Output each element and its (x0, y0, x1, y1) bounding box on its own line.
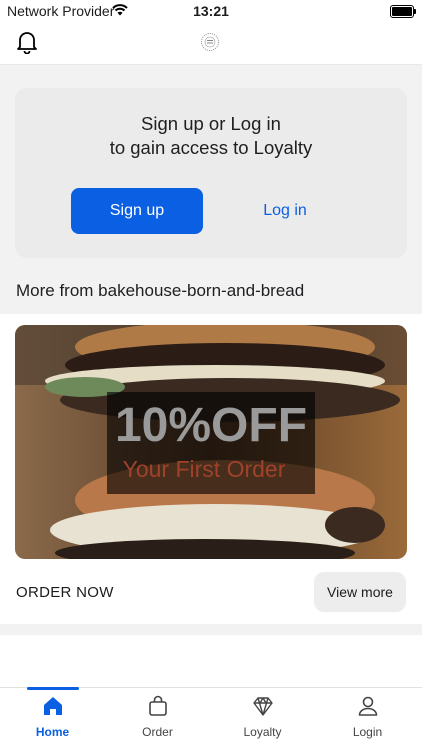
tab-home[interactable]: Home (0, 687, 105, 751)
auth-prompt: Sign up or Log in to gain access to Loya… (15, 112, 407, 160)
tab-bar: Home Order Loyalty Login (0, 687, 422, 751)
clock: 13:21 (193, 3, 229, 19)
home-icon (44, 697, 62, 715)
section-title: More from bakehouse-born-and-bread (16, 281, 305, 300)
status-bar: Network Provider 13:21 (0, 0, 422, 22)
promo-image[interactable]: 10%OFF Your First Order (15, 325, 407, 559)
auth-prompt-line1: Sign up or Log in (141, 113, 281, 134)
person-icon (358, 696, 378, 716)
order-now-label[interactable]: ORDER NOW (16, 584, 114, 601)
auth-prompt-line2: to gain access to Loyalty (109, 137, 313, 158)
promo-subheadline: Your First Order (123, 456, 286, 482)
bag-icon (149, 695, 167, 716)
top-bar (0, 22, 422, 65)
bell-icon[interactable] (16, 30, 40, 56)
diamond-icon (253, 697, 273, 716)
promo-card: 10%OFF Your First Order ORDER NOW View m… (0, 314, 422, 624)
tab-order[interactable]: Order (105, 688, 210, 751)
brand-logo (200, 32, 220, 52)
promo-headline: 10%OFF (115, 399, 307, 452)
tab-login[interactable]: Login (315, 688, 420, 751)
tab-home-label: Home (35, 725, 70, 739)
active-tab-indicator (27, 687, 79, 690)
auth-card: Sign up or Log in to gain access to Loya… (15, 88, 407, 258)
tab-order-label: Order (142, 725, 173, 739)
battery-icon (390, 5, 416, 18)
tab-loyalty[interactable]: Loyalty (210, 688, 315, 751)
signup-button[interactable]: Sign up (71, 188, 203, 234)
view-more-button[interactable]: View more (314, 572, 406, 612)
login-link[interactable]: Log in (235, 188, 335, 234)
content-placeholder (0, 635, 422, 688)
tab-loyalty-label: Loyalty (243, 725, 282, 739)
tab-login-label: Login (352, 725, 383, 739)
